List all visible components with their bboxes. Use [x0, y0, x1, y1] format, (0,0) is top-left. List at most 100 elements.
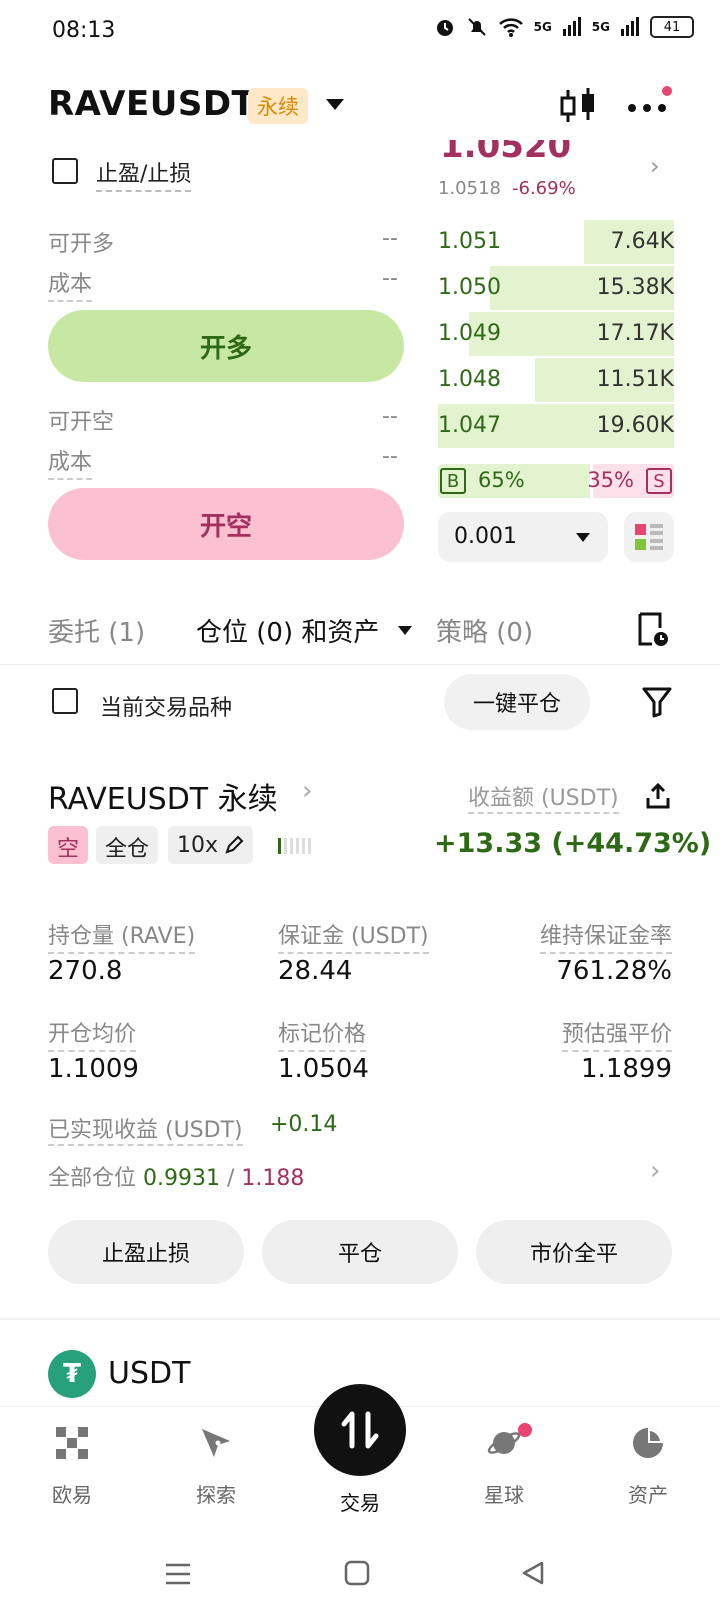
liq-price-label[interactable]: 预估强平价 — [561, 1016, 672, 1052]
nav-assets-label: 资产 — [628, 1483, 668, 1507]
order-book-row[interactable]: 1.047 19.60K — [438, 404, 674, 448]
bid-price: 1.048 — [438, 367, 501, 392]
bid-price: 1.050 — [438, 275, 501, 300]
long-available-label: 可开多 — [48, 232, 115, 257]
candlestick-chart-icon[interactable] — [558, 86, 598, 126]
size-value: 270.8 — [48, 956, 123, 986]
short-cost-label[interactable]: 成本 — [48, 444, 93, 480]
buy-sell-ratio: B 65% 35% S — [438, 464, 674, 498]
positions-dropdown-icon[interactable] — [398, 626, 412, 635]
bid-quantity: 17.17K — [596, 321, 674, 346]
tpsl-checkbox[interactable] — [52, 158, 78, 184]
signal-icon: 5G — [533, 20, 552, 34]
bid-price: 1.047 — [438, 413, 501, 438]
entry-price-label[interactable]: 开仓均价 — [48, 1016, 137, 1052]
wifi-icon — [498, 18, 523, 37]
open-long-button[interactable]: 开多 — [48, 310, 404, 382]
tpsl-label[interactable]: 止盈/止损 — [96, 156, 192, 192]
filter-icon[interactable] — [642, 686, 672, 718]
mark-price-label[interactable]: 标记价格 — [278, 1016, 367, 1052]
precision-value: 0.001 — [454, 524, 517, 549]
trade-fab-button[interactable] — [314, 1384, 406, 1476]
bid-quantity: 11.51K — [596, 367, 674, 392]
order-book-row[interactable]: 1.051 7.64K — [438, 220, 674, 264]
nav-discover-label: 探索 — [196, 1483, 236, 1507]
chevron-right-icon[interactable]: › — [650, 1156, 660, 1186]
order-book-row[interactable]: 1.050 15.38K — [438, 266, 674, 310]
pie-chart-icon — [633, 1428, 663, 1458]
precision-select[interactable]: 0.001 — [438, 512, 608, 562]
nav-trade-label: 交易 — [340, 1491, 380, 1515]
nav-planet-label: 星球 — [484, 1483, 524, 1507]
book-layout-icon — [635, 524, 663, 550]
nav-assets[interactable]: 资产 — [598, 1425, 698, 1508]
margin-label[interactable]: 保证金 (USDT) — [278, 918, 429, 954]
bid-quantity: 19.60K — [596, 413, 674, 438]
index-price: 1.0518 — [438, 178, 501, 199]
leverage-value: 10x — [177, 832, 219, 858]
chevron-right-icon[interactable]: › — [650, 152, 660, 180]
long-available-value: -- — [382, 226, 398, 251]
size-label[interactable]: 持仓量 (RAVE) — [48, 918, 196, 954]
signal-bars-icon-2 — [621, 17, 639, 36]
open-short-button[interactable]: 开空 — [48, 488, 404, 560]
nav-discover[interactable]: 探索 — [166, 1425, 266, 1508]
bid-price: 1.051 — [438, 229, 501, 254]
margin-mode-tag[interactable]: 全仓 — [96, 826, 159, 864]
pair-dropdown-icon[interactable] — [326, 99, 344, 110]
all-positions-row[interactable]: 全部仓位 0.9931 / 1.188 — [48, 1160, 304, 1192]
all-positions-label: 全部仓位 — [48, 1166, 137, 1191]
planet-icon — [487, 1432, 521, 1454]
alarm-icon — [436, 20, 453, 36]
home-icon[interactable] — [344, 1560, 370, 1586]
tab-orders[interactable]: 委托 (1) — [48, 612, 145, 649]
nav-planet[interactable]: 星球 — [454, 1425, 554, 1508]
current-pair-label[interactable]: 当前交易品种 — [100, 690, 232, 722]
caret-down-icon — [576, 533, 590, 542]
share-icon[interactable] — [644, 782, 672, 810]
order-book-row[interactable]: 1.049 17.17K — [438, 312, 674, 356]
back-icon[interactable] — [520, 1560, 546, 1586]
close-position-button[interactable]: 平仓 — [262, 1220, 458, 1284]
tpsl-button[interactable]: 止盈止损 — [48, 1220, 244, 1284]
sell-ratio-badge: S — [646, 468, 672, 494]
bid-price: 1.049 — [438, 321, 501, 346]
close-all-button[interactable]: 一键平仓 — [444, 674, 590, 730]
realized-pnl-label[interactable]: 已实现收益 (USDT) — [48, 1112, 243, 1146]
nav-home-label: 欧易 — [52, 1483, 92, 1507]
entry-price-value: 1.1009 — [48, 1054, 139, 1084]
bid-quantity: 15.38K — [596, 275, 674, 300]
book-layout-button[interactable] — [624, 512, 674, 562]
pair-title[interactable]: RAVEUSDT — [48, 84, 255, 124]
nav-home[interactable]: 欧易 — [22, 1425, 122, 1508]
risk-level-indicator — [278, 838, 311, 854]
more-menu-icon[interactable] — [628, 104, 666, 112]
short-available-label: 可开空 — [48, 410, 115, 435]
pnl-label[interactable]: 收益额 (USDT) — [468, 780, 619, 814]
system-nav-bar — [0, 1540, 720, 1612]
market-close-button[interactable]: 市价全平 — [476, 1220, 672, 1284]
leverage-tag[interactable]: 10x — [168, 826, 254, 864]
contract-type-badge[interactable]: 永续 — [248, 88, 308, 124]
all-positions-green: 0.9931 — [143, 1166, 220, 1191]
nav-trade[interactable]: 交易 — [310, 1473, 410, 1516]
tabs-divider — [0, 664, 720, 665]
mmr-label[interactable]: 维持保证金率 — [539, 918, 672, 954]
order-history-icon[interactable] — [636, 612, 670, 648]
mark-price-value: 1.0504 — [278, 1054, 369, 1084]
tab-positions[interactable]: 仓位 (0) 和资产 — [196, 612, 379, 649]
current-pair-checkbox[interactable] — [52, 688, 78, 714]
pnl-value: +13.33 (+44.73%) — [434, 828, 712, 859]
order-book-row[interactable]: 1.048 11.51K — [438, 358, 674, 402]
tab-strategy[interactable]: 策略 (0) — [436, 612, 533, 649]
notification-dot — [662, 86, 672, 96]
swap-arrows-icon — [341, 1411, 379, 1449]
all-positions-sep: / — [227, 1166, 235, 1191]
long-cost-label[interactable]: 成本 — [48, 266, 93, 302]
chevron-right-icon[interactable]: › — [302, 776, 312, 806]
recent-apps-icon[interactable] — [164, 1562, 192, 1586]
change-percent: -6.69% — [512, 178, 576, 199]
battery-icon: 41 — [650, 16, 694, 38]
asset-name[interactable]: USDT — [108, 1356, 190, 1391]
position-title[interactable]: RAVEUSDT 永续 — [48, 774, 278, 818]
